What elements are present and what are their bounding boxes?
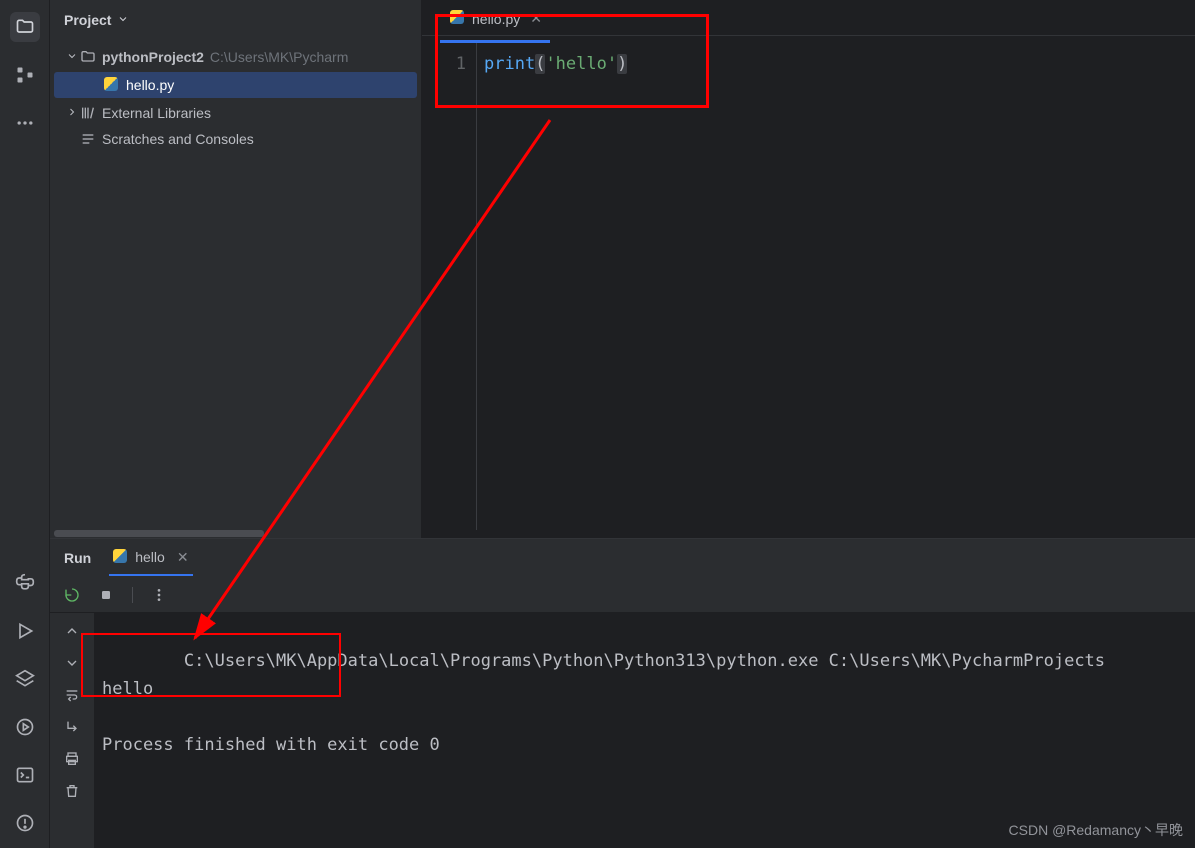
code-content: print('hello') (484, 54, 627, 74)
folder-icon[interactable] (10, 12, 40, 42)
folder-icon (80, 49, 96, 65)
run-panel: Run hello ✕ (50, 538, 1195, 848)
print-icon[interactable] (62, 749, 82, 769)
root-name: pythonProject2 (102, 49, 204, 65)
scratches-icon (80, 131, 96, 147)
editor-panel: hello.py ✕ 1 print('hello') (422, 0, 1195, 538)
up-arrow-icon[interactable] (62, 621, 82, 641)
problems-icon[interactable] (10, 808, 40, 838)
editor-body[interactable]: 1 print('hello') (422, 36, 1195, 538)
run-output[interactable]: C:\Users\MK\AppData\Local\Programs\Pytho… (94, 613, 1195, 848)
scratches-label: Scratches and Consoles (102, 131, 254, 147)
annotation-output-box (81, 633, 341, 697)
file-name: hello.py (126, 77, 174, 93)
tree-external[interactable]: External Libraries (50, 100, 421, 126)
library-icon (80, 105, 96, 121)
run-tab-hello[interactable]: hello ✕ (109, 541, 192, 576)
python-file-icon (113, 549, 129, 566)
project-panel: Project pythonProject2 C:\Users\MK\Pycha… (50, 0, 422, 538)
chevron-down-icon (117, 12, 129, 28)
external-label: External Libraries (102, 105, 211, 121)
line-number: 1 (438, 54, 466, 74)
tree-scratches[interactable]: Scratches and Consoles (50, 126, 421, 152)
chevron-down-icon (64, 49, 80, 65)
trash-icon[interactable] (62, 781, 82, 801)
more-actions-icon[interactable] (149, 585, 169, 605)
stop-icon[interactable] (96, 585, 116, 605)
project-scrollbar[interactable] (50, 529, 421, 538)
watermark: CSDN @Redamancy丶早晚 (1009, 820, 1183, 840)
run-title: Run (64, 550, 91, 566)
rerun-icon[interactable] (62, 585, 82, 605)
indent-guide (476, 40, 477, 530)
services-icon[interactable] (10, 712, 40, 742)
project-title: Project (64, 12, 111, 28)
close-icon[interactable]: ✕ (177, 549, 189, 566)
root-path: C:\Users\MK\Pycharm (210, 49, 348, 65)
scroll-end-icon[interactable] (62, 717, 82, 737)
project-header[interactable]: Project (50, 0, 421, 40)
terminal-icon[interactable] (10, 760, 40, 790)
layers-icon[interactable] (10, 664, 40, 694)
structure-icon[interactable] (10, 60, 40, 90)
python-file-icon (104, 77, 120, 93)
tree-root[interactable]: pythonProject2 C:\Users\MK\Pycharm (50, 44, 421, 70)
tree-file-hello[interactable]: hello.py (54, 72, 417, 98)
run-icon[interactable] (10, 616, 40, 646)
wrap-icon[interactable] (62, 685, 82, 705)
output-exit: Process finished with exit code 0 (102, 735, 440, 755)
more-icon[interactable] (10, 108, 40, 138)
annotation-code-box: 1 print('hello') (435, 14, 709, 108)
down-arrow-icon[interactable] (62, 653, 82, 673)
run-tab-label: hello (135, 549, 165, 565)
chevron-right-icon (64, 105, 80, 121)
python-icon[interactable] (10, 568, 40, 598)
